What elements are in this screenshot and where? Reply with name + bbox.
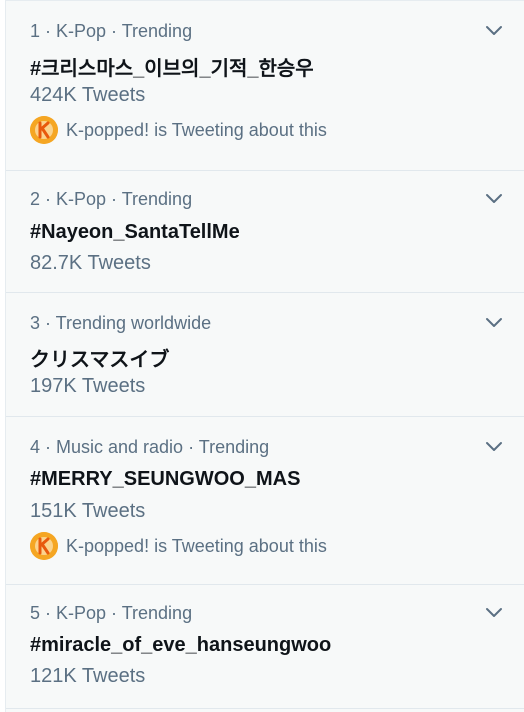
trend-item-1[interactable]: 1 · K-Pop · Trending #크리스마스_이브의_기적_한승우 4… bbox=[6, 1, 524, 171]
trend-meta: 1 · K-Pop · Trending bbox=[30, 21, 193, 41]
trend-name: #miracle_of_eve_hanseungwoo bbox=[30, 634, 332, 656]
tweet-count: 424K Tweets bbox=[30, 84, 146, 106]
trend-name: #Nayeon_SantaTellMe bbox=[30, 221, 240, 243]
trend-meta: 3 · Trending worldwide bbox=[30, 313, 212, 333]
chevron-down-icon[interactable] bbox=[485, 317, 503, 329]
trend-meta: 5 · K-Pop · Trending bbox=[30, 603, 193, 623]
trend-item-3[interactable]: 3 · Trending worldwide クリスマスイブ 197K Twee… bbox=[6, 293, 524, 417]
tweet-count: 151K Tweets bbox=[30, 500, 146, 522]
trend-item-4[interactable]: 4 · Music and radio · Trending #MERRY_SE… bbox=[6, 417, 524, 585]
context-text: K-popped! is Tweeting about this bbox=[66, 119, 327, 140]
k-popped-avatar bbox=[30, 532, 58, 560]
trend-name: #MERRY_SEUNGWOO_MAS bbox=[30, 468, 301, 490]
trend-context: K-popped! is Tweeting about this bbox=[30, 116, 327, 144]
k-popped-avatar bbox=[30, 116, 58, 144]
tweet-count: 82.7K Tweets bbox=[30, 252, 151, 274]
trend-meta: 2 · K-Pop · Trending bbox=[30, 189, 193, 209]
tweet-count: 197K Tweets bbox=[30, 375, 146, 397]
chevron-down-icon[interactable] bbox=[485, 607, 503, 619]
trend-item-2[interactable]: 2 · K-Pop · Trending #Nayeon_SantaTellMe… bbox=[6, 171, 524, 293]
trend-name: #크리스마스_이브의_기적_한승우 bbox=[30, 58, 314, 80]
trend-context: K-popped! is Tweeting about this bbox=[30, 532, 327, 560]
chevron-down-icon[interactable] bbox=[485, 193, 503, 205]
trend-name: クリスマスイブ bbox=[30, 349, 170, 371]
trend-meta: 4 · Music and radio · Trending bbox=[30, 437, 270, 457]
trends-panel: 1 · K-Pop · Trending #크리스마스_이브의_기적_한승우 4… bbox=[5, 0, 524, 712]
chevron-down-icon[interactable] bbox=[485, 25, 503, 37]
context-text: K-popped! is Tweeting about this bbox=[66, 535, 327, 556]
chevron-down-icon[interactable] bbox=[485, 441, 503, 453]
tweet-count: 121K Tweets bbox=[30, 665, 146, 687]
trend-item-5[interactable]: 5 · K-Pop · Trending #miracle_of_eve_han… bbox=[6, 585, 524, 709]
